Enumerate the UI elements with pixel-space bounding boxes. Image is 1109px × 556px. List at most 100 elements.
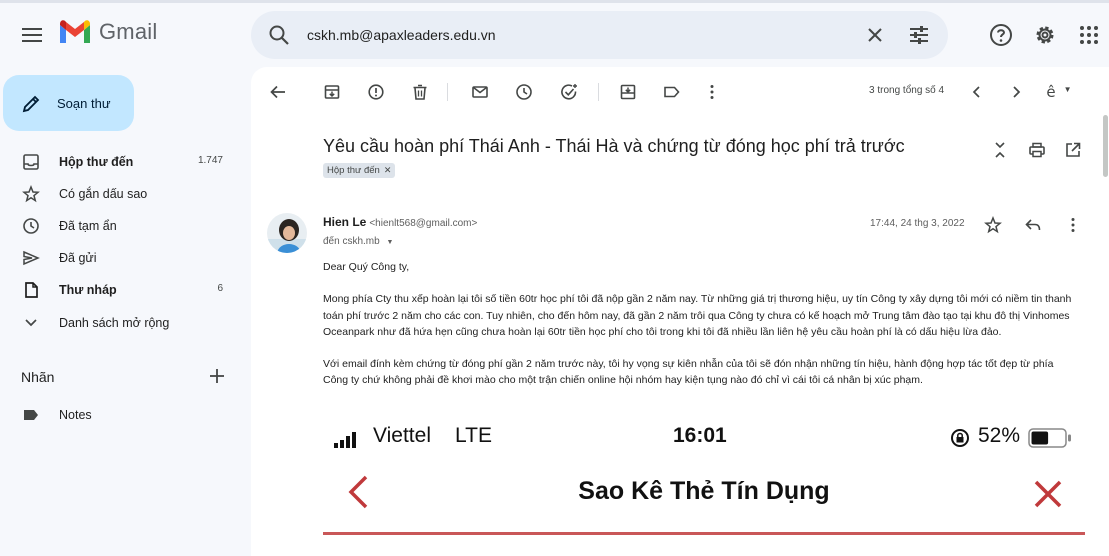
more-vert-icon [710, 85, 714, 99]
label-icon [24, 410, 38, 420]
chevron-down-icon [25, 319, 37, 327]
apps-button[interactable] [1073, 19, 1105, 51]
sidebar-item-more[interactable]: Danh sách mở rộng [0, 307, 240, 339]
phone-status-bar: Viettel LTE 16:01 52% [323, 419, 1085, 455]
message-date: 17:44, 24 thg 3, 2022 [870, 218, 965, 229]
archive-icon [324, 85, 340, 99]
back-button[interactable] [267, 81, 289, 103]
label-chip[interactable]: Hộp thư đến ✕ [323, 163, 396, 178]
older-button[interactable] [1005, 81, 1027, 103]
report-spam-button[interactable] [365, 81, 387, 103]
pagination-text: 3 trong tổng số 4 [869, 85, 945, 96]
unfold-less-icon [995, 142, 1005, 158]
recipient-line[interactable]: đến cskh.mb ▼ [323, 236, 393, 247]
sender-photo [267, 213, 307, 253]
battery-icon [1028, 428, 1071, 448]
labels-heading: Nhãn [21, 369, 55, 385]
message-more-button[interactable] [1062, 214, 1084, 236]
more-actions-button[interactable] [701, 81, 723, 103]
mail-icon [472, 86, 488, 98]
sidebar-item-label: Đã gửi [59, 251, 97, 265]
email-subject: Yêu cầu hoàn phí Thái Anh - Thái Hà và c… [323, 136, 905, 156]
delete-button[interactable] [409, 81, 431, 103]
compose-button[interactable]: Soạn thư [3, 75, 134, 131]
collapse-all-button[interactable] [989, 139, 1011, 161]
sidebar-item-label: Danh sách mở rộng [59, 316, 170, 330]
unread-count: 1.747 [197, 155, 223, 166]
message-body: Dear Quý Công ty, Mong phía Cty thu xếp … [323, 259, 1081, 405]
toolbar-divider [447, 83, 448, 101]
help-button[interactable] [985, 19, 1017, 51]
recipient-details-icon[interactable]: ▼ [386, 239, 393, 246]
plus-icon[interactable] [207, 366, 227, 386]
star-icon [984, 216, 1002, 234]
sidebar-item-label: Có gắn dấu sao [59, 187, 148, 201]
header-divider [323, 532, 1085, 535]
sidebar: Soạn thư Hộp thư đến 1.747 Có gắn dấu sa… [0, 67, 250, 556]
sidebar-item-inbox[interactable]: Hộp thư đến 1.747 [0, 146, 240, 178]
search-bar[interactable]: cskh.mb@apaxleaders.edu.vn [251, 11, 948, 59]
move-to-button[interactable] [617, 81, 639, 103]
body-paragraph: Với email đính kèm chứng từ đóng phí gần… [323, 358, 1054, 387]
open-new-window-button[interactable] [1062, 139, 1084, 161]
carrier-name: Viettel [373, 424, 431, 447]
gmail-logo[interactable]: Gmail [58, 19, 157, 45]
remove-label-icon[interactable]: ✕ [384, 165, 392, 175]
more-vert-icon [1071, 218, 1075, 232]
mark-unread-button[interactable] [469, 81, 491, 103]
dropdown-arrow-icon: ▼ [1063, 84, 1072, 94]
archive-button[interactable] [321, 81, 343, 103]
app-name: Gmail [99, 19, 158, 44]
message-pane: 3 trong tổng số 4 ê ▼ Yêu cầu hoàn phí T… [251, 67, 1109, 556]
newer-button[interactable] [966, 81, 988, 103]
sender-name[interactable]: Hien Le [323, 215, 366, 229]
input-tools-button[interactable]: ê ▼ [1041, 81, 1077, 103]
print-icon [1029, 142, 1045, 158]
pencil-icon [22, 95, 40, 113]
sidebar-item-label: Thư nháp [59, 283, 117, 297]
star-icon [22, 185, 40, 203]
sidebar-label-notes[interactable]: Notes [0, 399, 240, 431]
reply-icon [1025, 219, 1041, 231]
close-x-icon [1034, 480, 1062, 508]
print-button[interactable] [1026, 139, 1048, 161]
clock-icon [23, 218, 39, 234]
snooze-button[interactable] [513, 81, 535, 103]
main-menu-button[interactable] [14, 17, 50, 53]
sidebar-item-starred[interactable]: Có gắn dấu sao [0, 178, 240, 210]
toolbar-divider [598, 83, 599, 101]
help-icon [990, 24, 1012, 46]
search-input[interactable]: cskh.mb@apaxleaders.edu.vn [307, 27, 496, 43]
avatar[interactable] [267, 213, 307, 253]
label-outline-icon [664, 86, 680, 98]
add-task-button[interactable] [558, 81, 580, 103]
sidebar-item-drafts[interactable]: Thư nháp 6 [0, 274, 240, 306]
body-paragraph: Mong phía Cty thu xếp hoàn lại tôi số ti… [323, 293, 1072, 338]
settings-button[interactable] [1029, 19, 1061, 51]
sidebar-item-label: Notes [59, 408, 92, 422]
recipient-text: đến cskh.mb [323, 236, 380, 247]
clock-icon [516, 84, 532, 100]
labels-button[interactable] [661, 81, 683, 103]
sidebar-item-sent[interactable]: Đã gửi [0, 242, 240, 274]
search-icon[interactable] [267, 23, 291, 47]
report-icon [368, 84, 384, 100]
close-icon[interactable] [863, 23, 887, 47]
search-options-icon[interactable] [907, 23, 931, 47]
scrollbar-thumb[interactable] [1103, 115, 1108, 177]
hamburger-icon [22, 28, 42, 42]
draft-count: 6 [217, 283, 223, 294]
label-chip-text: Hộp thư đến [327, 165, 380, 176]
sidebar-item-snoozed[interactable]: Đã tạm ẩn [0, 210, 240, 242]
greeting: Dear Quý Công ty, [323, 261, 410, 273]
sender-info: Hien Le <hienlt568@gmail.com> [323, 215, 477, 229]
attached-image[interactable]: Viettel LTE 16:01 52% Sao Kê Thẻ Tín Dụn… [323, 419, 1085, 556]
statement-title: Sao Kê Thẻ Tín Dụng [578, 477, 830, 505]
reply-button[interactable] [1022, 214, 1044, 236]
sender-email: <hienlt568@gmail.com> [369, 218, 478, 229]
draft-icon [25, 282, 38, 298]
app-header: Gmail cskh.mb@apaxleaders.edu.vn [0, 3, 1109, 67]
star-button[interactable] [982, 214, 1004, 236]
phone-time: 16:01 [673, 424, 727, 447]
battery-percent: 52% [978, 424, 1021, 447]
